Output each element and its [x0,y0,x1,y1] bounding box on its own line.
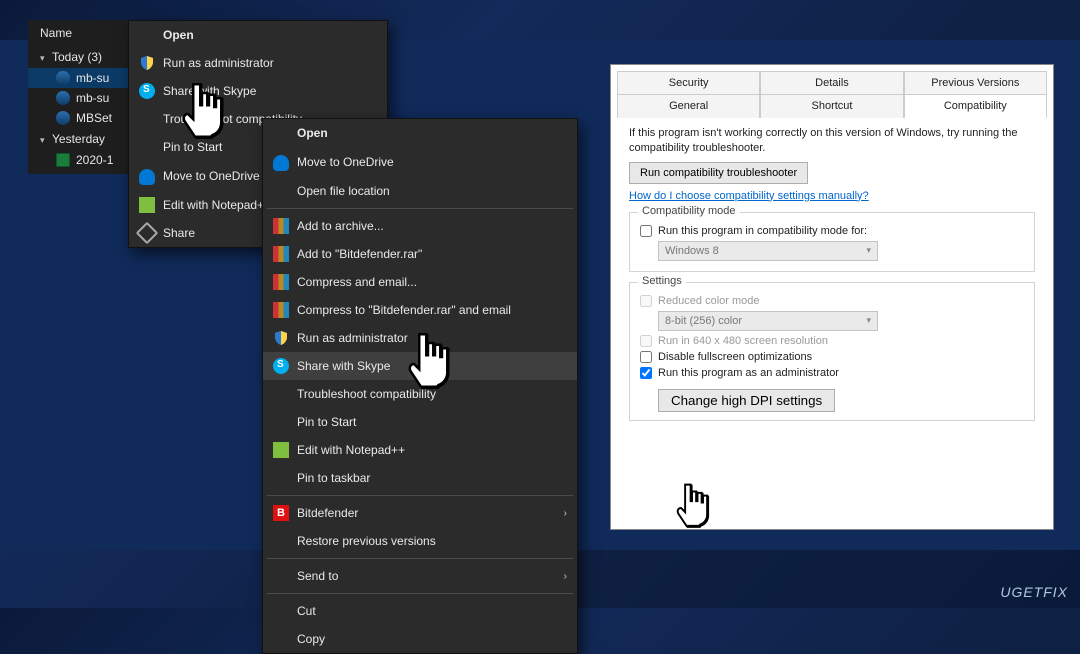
bitdefender-icon: B [273,505,289,521]
compat-mode-group: Compatibility mode Run this program in c… [629,212,1035,272]
menu-item[interactable]: Cut [263,597,577,625]
change-dpi-button[interactable]: Change high DPI settings [658,389,835,412]
notepadpp-icon [139,197,155,213]
app-icon [56,91,70,105]
color-combo[interactable]: 8-bit (256) color▾ [658,311,878,331]
run-as-admin-checkbox[interactable]: Run this program as an administrator [640,367,1024,379]
menu-item[interactable]: Run as administrator [129,49,387,77]
tab-shortcut[interactable]: Shortcut [760,94,903,118]
tab-compatibility[interactable]: Compatibility [904,94,1047,119]
settings-group: Settings Reduced color mode 8-bit (256) … [629,282,1035,421]
blank-icon [273,631,289,647]
compat-hint: If this program isn't working correctly … [629,126,1035,156]
menu-item[interactable]: Open file location [263,177,577,205]
run-troubleshooter-button[interactable]: Run compatibility troubleshooter [629,162,808,184]
menu-item[interactable]: Pin to Start [263,408,577,436]
blank-icon [139,139,155,155]
disable-fullscreen-checkbox[interactable]: Disable fullscreen optimizations [640,351,1024,363]
menu-item[interactable]: Edit with Notepad++ [263,436,577,464]
archive-icon [273,246,289,262]
blank-icon [273,603,289,619]
notepadpp-icon [273,442,289,458]
menu-item[interactable]: Restore previous versions [263,527,577,555]
menu-item[interactable]: Pin to taskbar [263,464,577,492]
menu-item[interactable]: Compress and email... [263,268,577,296]
excel-icon [56,153,70,167]
cursor-hand-icon [174,78,230,153]
skype-icon [273,358,289,374]
compat-mode-combo[interactable]: Windows 8▾ [658,241,878,261]
chevron-right-icon: › [564,571,567,582]
blank-icon [273,470,289,486]
run-640-checkbox[interactable]: Run in 640 x 480 screen resolution [640,335,1024,347]
compat-mode-checkbox[interactable]: Run this program in compatibility mode f… [640,225,1024,237]
onedrive-icon [139,169,155,185]
archive-icon [273,218,289,234]
blank-icon [273,414,289,430]
menu-item[interactable]: BBitdefender› [263,499,577,527]
menu-separator [267,495,573,496]
menu-separator [267,558,573,559]
menu-item[interactable]: Add to archive... [263,212,577,240]
tab-general[interactable]: General [617,94,760,118]
menu-item[interactable]: Move to OneDrive [263,147,577,177]
app-icon [56,111,70,125]
blank-icon [273,533,289,549]
cursor-hand-icon [400,328,456,403]
cursor-hand-icon [670,480,714,539]
compat-help-link[interactable]: How do I choose compatibility settings m… [629,190,1035,202]
menu-item[interactable]: Share with Skype [129,77,387,105]
tab-security[interactable]: Security [617,71,760,94]
watermark: UGETFIX [1000,584,1068,600]
reduced-color-checkbox[interactable]: Reduced color mode [640,295,1024,307]
menu-open[interactable]: Open [129,21,387,49]
chevron-right-icon: › [564,508,567,519]
properties-dialog: Security Details Previous Versions Gener… [610,64,1054,530]
menu-item[interactable]: Send to› [263,562,577,590]
blank-icon [273,183,289,199]
menu-open[interactable]: Open [263,119,577,147]
menu-separator [267,593,573,594]
shield-icon [273,330,289,346]
blank-icon [273,386,289,402]
blank-icon [139,111,155,127]
blank-icon [273,568,289,584]
onedrive-icon [273,155,289,171]
skype-icon [139,83,155,99]
tab-previous-versions[interactable]: Previous Versions [904,71,1047,94]
menu-item[interactable]: Add to "Bitdefender.rar" [263,240,577,268]
app-icon [56,71,70,85]
shield-icon [139,55,155,71]
menu-item[interactable]: Compress to "Bitdefender.rar" and email [263,296,577,324]
tab-details[interactable]: Details [760,71,903,94]
menu-item[interactable]: Copy [263,625,577,653]
archive-icon [273,274,289,290]
archive-icon [273,302,289,318]
menu-separator [267,208,573,209]
share-icon [136,222,159,245]
